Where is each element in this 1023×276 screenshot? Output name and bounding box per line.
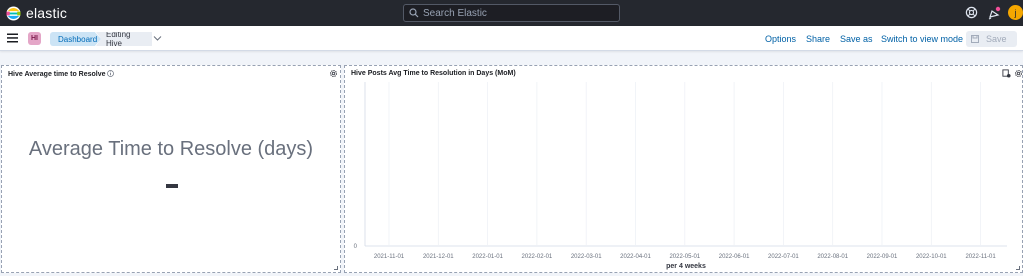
save-as-button[interactable]: Save as — [840, 34, 873, 44]
x-tick-label: 2022-11-01 — [965, 254, 996, 260]
user-avatar[interactable]: j — [1008, 5, 1023, 20]
metric-value: - — [166, 184, 178, 188]
elastic-logo[interactable]: elastic — [6, 5, 67, 21]
panel-avg-time-to-resolve: Hive Average time to Resolve Average Tim… — [1, 65, 341, 273]
save-icon — [971, 35, 979, 43]
elastic-logo-icon — [6, 5, 21, 21]
save-button-label: Save — [986, 34, 1007, 44]
space-avatar[interactable]: HI — [28, 32, 41, 45]
x-tick-label: 2022-04-01 — [620, 254, 651, 260]
share-button[interactable]: Share — [806, 34, 830, 44]
global-search[interactable] — [403, 4, 620, 22]
x-tick-label: 2022-07-01 — [768, 254, 799, 260]
panel-title: Hive Average time to Resolve — [8, 70, 115, 78]
breadcrumb-dashboard[interactable]: Dashboard — [50, 32, 101, 46]
x-tick-label: 2022-09-01 — [867, 254, 898, 260]
panel-resize-handle[interactable] — [1016, 266, 1020, 270]
x-tick-label: 2022-10-01 — [916, 254, 947, 260]
switch-to-view-mode-button[interactable]: Switch to view mode — [881, 34, 963, 44]
global-header: elastic j — [0, 0, 1023, 26]
news-feed-icon[interactable] — [987, 6, 1001, 20]
help-icon[interactable] — [965, 6, 978, 19]
dashboard-toolbar: HI Dashboard Editing Hive Options Share … — [0, 26, 1023, 51]
x-tick-label: 2022-08-01 — [817, 254, 848, 260]
x-tick-label: 2021-11-01 — [374, 254, 405, 260]
search-input[interactable] — [423, 7, 603, 19]
options-button[interactable]: Options — [765, 34, 796, 44]
save-button[interactable]: Save — [966, 31, 1017, 47]
panel-options-gear-icon[interactable] — [329, 69, 338, 78]
chevron-down-icon[interactable] — [153, 34, 162, 42]
search-icon — [409, 8, 419, 18]
x-tick-label: 2022-01-01 — [472, 254, 503, 260]
metric-label: Average Time to Resolve (days) — [28, 138, 314, 160]
x-tick-label: 2021-12-01 — [423, 254, 454, 260]
breadcrumb-editing-hive: Editing Hive — [96, 32, 152, 46]
y-tick-label: 0 — [354, 244, 358, 250]
x-axis-title: per 4 weeks — [666, 263, 706, 270]
x-tick-label: 2022-02-01 — [522, 254, 553, 260]
x-tick-label: 2022-05-01 — [669, 254, 700, 260]
panel-avg-time-to-resolution-mom: Hive Posts Avg Time to Resolution in Day… — [344, 65, 1023, 273]
panel-resize-handle[interactable] — [334, 266, 338, 270]
brand-name: elastic — [26, 5, 68, 21]
resolution-chart: 0 2021-11-01 2021-12-01 2022-01-01 2022-02-… — [354, 82, 1007, 270]
x-tick-label: 2022-03-01 — [571, 254, 602, 260]
info-icon[interactable] — [107, 70, 115, 77]
x-tick-label: 2022-06-01 — [719, 254, 750, 260]
menu-toggle-icon[interactable] — [7, 33, 18, 43]
